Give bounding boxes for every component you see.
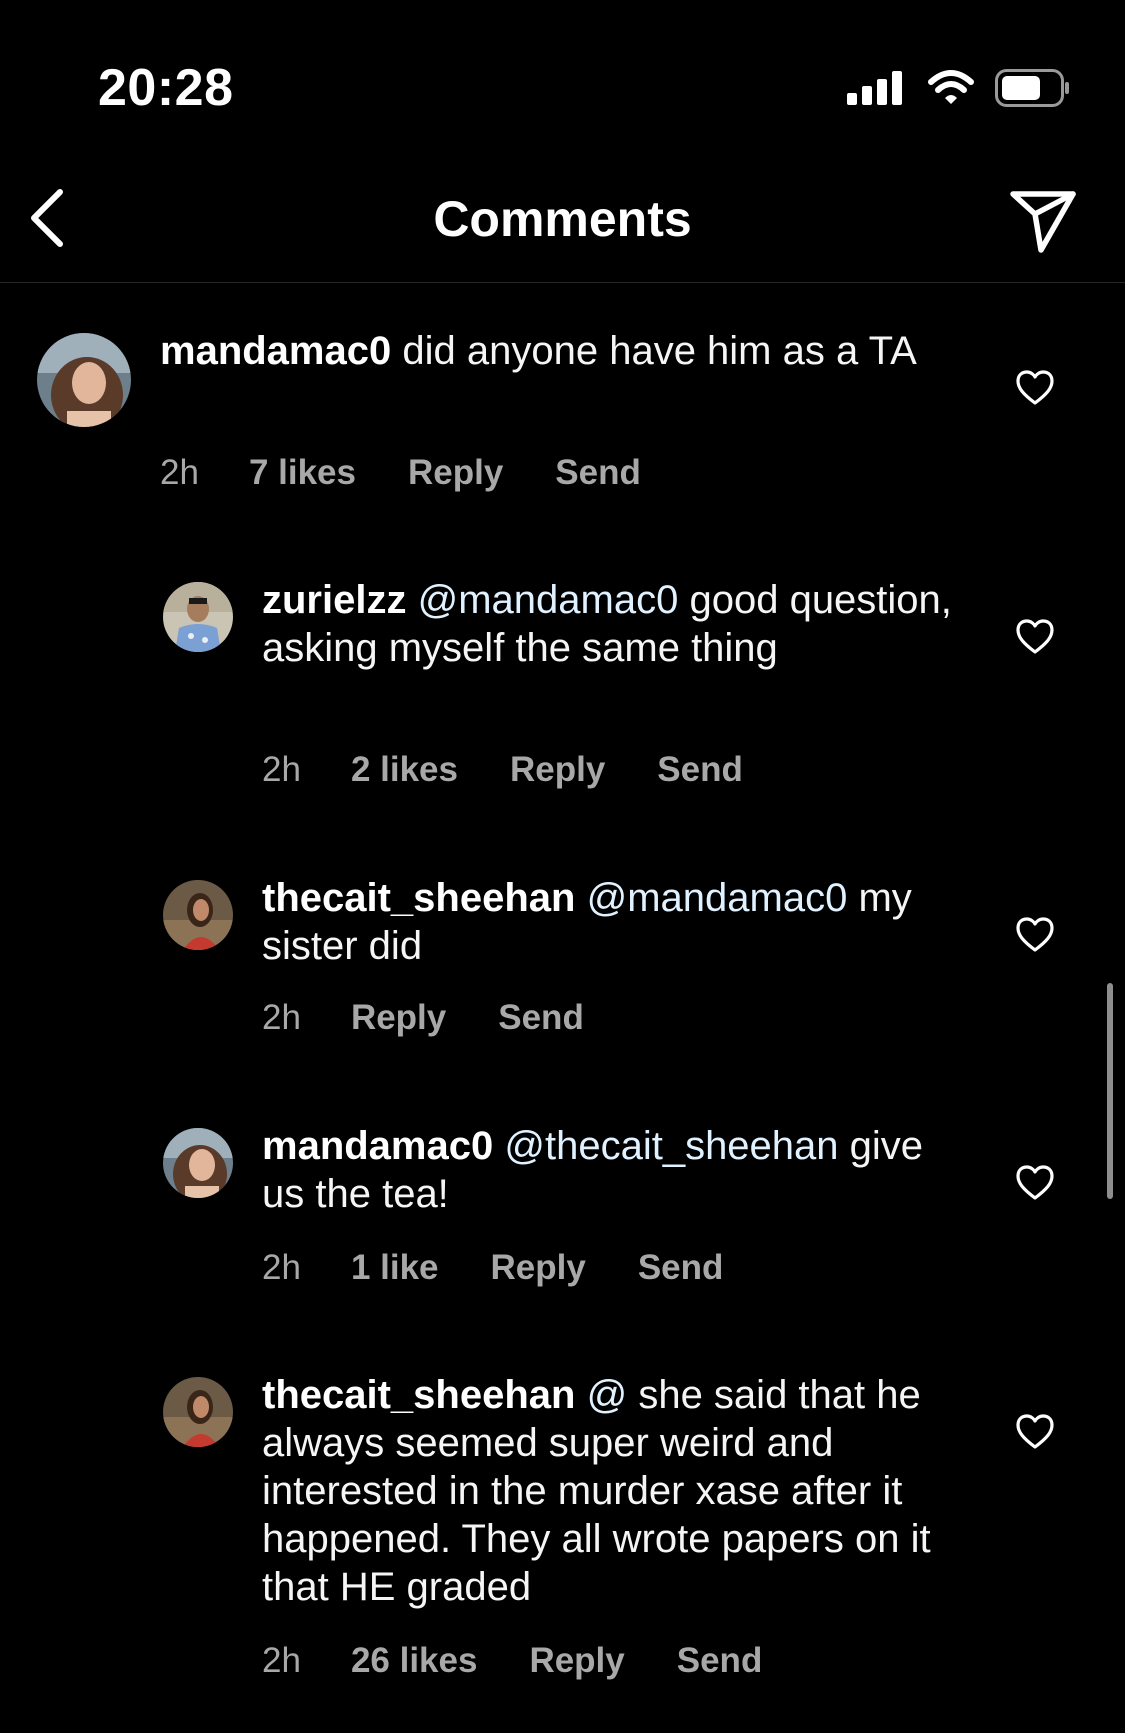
paper-plane-icon[interactable] — [1007, 184, 1079, 256]
signal-icon — [847, 71, 902, 105]
comment-likes[interactable]: 2 likes — [351, 750, 458, 790]
send-button[interactable]: Send — [555, 453, 641, 493]
comment-likes[interactable]: 26 likes — [351, 1641, 478, 1681]
send-button[interactable]: Send — [498, 998, 584, 1038]
reply-button[interactable]: Reply — [510, 750, 605, 790]
avatar[interactable] — [37, 333, 131, 427]
avatar[interactable] — [163, 1377, 233, 1447]
comment-body: did anyone have him as a TA — [402, 329, 917, 373]
comment-meta: 2h 7 likes Reply Send — [160, 453, 641, 493]
battery-icon — [995, 69, 1069, 107]
status-time: 20:28 — [98, 59, 234, 117]
reply-button[interactable]: Reply — [351, 998, 446, 1038]
comment-time: 2h — [262, 998, 301, 1037]
comment-text: zurielzz @mandamac0 good question, askin… — [262, 576, 972, 672]
comment-time: 2h — [262, 1248, 301, 1287]
comment-text: mandamac0 @thecait_sheehan give us the t… — [262, 1122, 972, 1218]
comment-mention[interactable]: @thecait_sheehan — [504, 1124, 838, 1168]
comment-text: thecait_sheehan @ she said that he alway… — [262, 1371, 972, 1611]
heart-icon[interactable] — [1015, 617, 1055, 657]
heart-icon[interactable] — [1015, 915, 1055, 955]
comment-meta: 2h 2 likes Reply Send — [262, 750, 743, 790]
avatar-image — [163, 880, 233, 950]
comment-mention[interactable]: @mandamac0 — [587, 876, 848, 920]
reply-button[interactable]: Reply — [491, 1248, 586, 1288]
wifi-icon — [928, 70, 974, 104]
status-icons — [847, 66, 1071, 110]
comment-mention[interactable]: @ — [587, 1373, 628, 1417]
avatar-image — [163, 1377, 233, 1447]
page-title: Comments — [433, 191, 692, 247]
comment-meta: 2h 1 like Reply Send — [262, 1248, 723, 1288]
comment-username[interactable]: thecait_sheehan — [262, 876, 575, 920]
comment-meta: 2h Reply Send — [262, 998, 584, 1038]
heart-icon[interactable] — [1015, 1412, 1055, 1452]
comment-time: 2h — [262, 750, 301, 789]
comment-text: mandamac0 did anyone have him as a TA — [160, 327, 920, 375]
reply-button[interactable]: Reply — [529, 1641, 624, 1681]
send-button[interactable]: Send — [657, 750, 743, 790]
heart-icon[interactable] — [1015, 368, 1055, 408]
avatar[interactable] — [163, 880, 233, 950]
comment-time: 2h — [262, 1641, 301, 1680]
reply-button[interactable]: Reply — [408, 453, 503, 493]
status-bar: 20:28 — [0, 0, 1125, 150]
comment-username[interactable]: mandamac0 — [262, 1124, 493, 1168]
comment-mention[interactable]: @mandamac0 — [418, 578, 679, 622]
avatar[interactable] — [163, 582, 233, 652]
comment-username[interactable]: zurielzz — [262, 578, 406, 622]
avatar-image — [163, 582, 233, 652]
avatar-image — [37, 333, 131, 427]
send-button[interactable]: Send — [677, 1641, 763, 1681]
nav-bar: Comments — [0, 160, 1125, 283]
comment-time: 2h — [160, 453, 199, 492]
comment-username[interactable]: thecait_sheehan — [262, 1373, 575, 1417]
comment-username[interactable]: mandamac0 — [160, 329, 391, 373]
comment-likes[interactable]: 1 like — [351, 1248, 439, 1288]
comment-likes[interactable]: 7 likes — [249, 453, 356, 493]
send-button[interactable]: Send — [638, 1248, 724, 1288]
heart-icon[interactable] — [1015, 1163, 1055, 1203]
avatar-image — [163, 1128, 233, 1198]
scrollbar[interactable] — [1107, 983, 1113, 1199]
comment-text: thecait_sheehan @mandamac0 my sister did — [262, 874, 972, 970]
avatar[interactable] — [163, 1128, 233, 1198]
comment-meta: 2h 26 likes Reply Send — [262, 1641, 762, 1681]
